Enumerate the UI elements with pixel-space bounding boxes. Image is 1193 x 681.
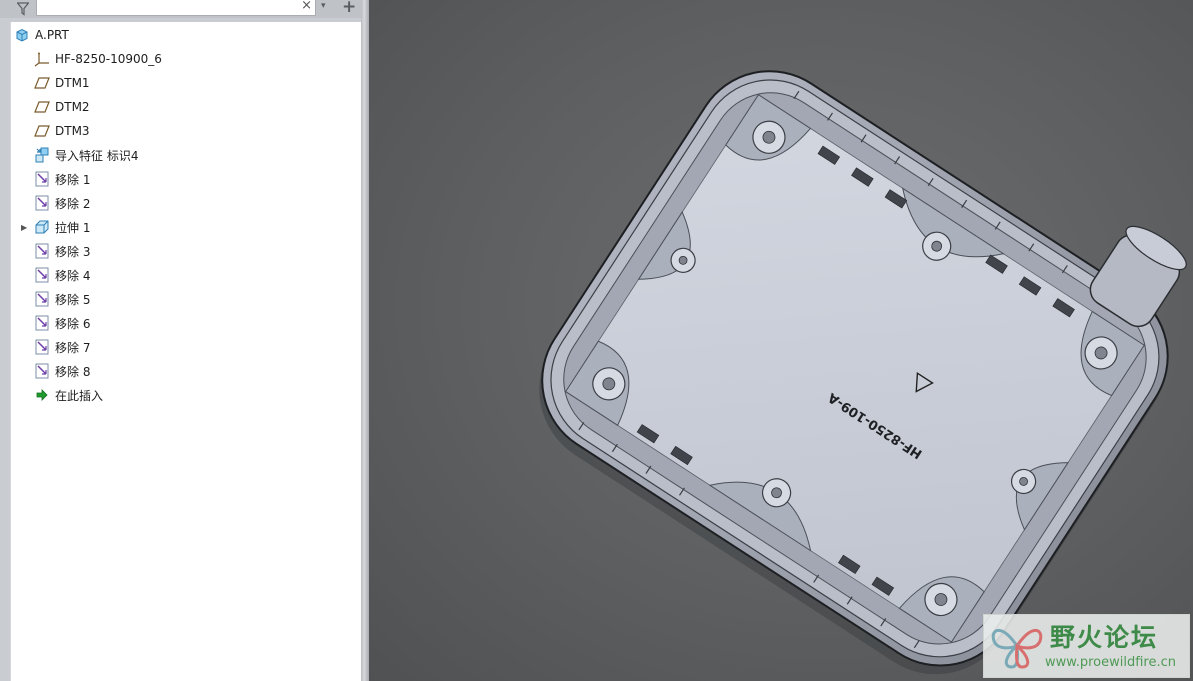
tree-item-remove-5[interactable]: 移除 5 [34, 287, 90, 311]
tree-item-label: 移除 8 [55, 364, 91, 379]
remove-feature-icon [34, 291, 50, 307]
remove-feature-icon [34, 267, 50, 283]
model-tree-panel: × ▾ + A.PRT HF-8250-10900_6 DTM1 DTM2 DT… [0, 0, 366, 681]
tree-item-label: DTM3 [55, 124, 90, 138]
butterfly-logo-icon [988, 619, 1046, 677]
part-model-rendering: HF-8250-109-A [539, 70, 1187, 675]
tree-item-label: 移除 7 [55, 340, 91, 355]
tree-item-label: HF-8250-10900_6 [55, 52, 162, 66]
extrude-icon [34, 219, 50, 235]
tree-item-extrude-1[interactable]: 拉伸 1 [34, 215, 90, 239]
tree-item-remove-4[interactable]: 移除 4 [34, 263, 90, 287]
remove-feature-icon [34, 195, 50, 211]
tree-item-label: 拉伸 1 [55, 220, 91, 235]
tree-item-remove-2[interactable]: 移除 2 [34, 191, 90, 215]
tree-item-import-feature[interactable]: 导入特征 标识4 [34, 143, 138, 167]
expand-arrow-icon[interactable]: ▶ [21, 223, 27, 232]
graphics-viewport[interactable]: HF-8250-109-A [369, 0, 1193, 681]
tree-search-input[interactable] [37, 4, 300, 19]
remove-feature-icon [34, 171, 50, 187]
part-icon [14, 27, 30, 43]
datum-plane-icon [34, 123, 50, 139]
watermark-title: 野火论坛 [1050, 623, 1159, 652]
tree-item-label: 移除 4 [55, 268, 91, 283]
remove-feature-icon [34, 339, 50, 355]
tree-item-remove-1[interactable]: 移除 1 [34, 167, 90, 191]
tree-item-remove-3[interactable]: 移除 3 [34, 239, 90, 263]
watermark-url: www.proewildfire.cn [1045, 655, 1176, 670]
tree-item-label: 移除 1 [55, 172, 91, 187]
coordinate-system-icon [34, 51, 50, 67]
clear-search-icon[interactable]: × [301, 0, 312, 14]
tree-item-remove-7[interactable]: 移除 7 [34, 335, 90, 359]
remove-feature-icon [34, 315, 50, 331]
add-icon[interactable]: + [342, 0, 356, 17]
tree-item-label: A.PRT [35, 28, 69, 42]
panel-resize-handle[interactable] [361, 0, 369, 681]
tree-item-label: DTM2 [55, 100, 90, 114]
tree-item-dtm3[interactable]: DTM3 [34, 119, 90, 143]
model-tree: A.PRT HF-8250-10900_6 DTM1 DTM2 DTM3 导入特… [10, 22, 361, 681]
remove-feature-icon [34, 363, 50, 379]
tree-item-label: 移除 6 [55, 316, 91, 331]
tree-item-insert-here[interactable]: 在此插入 [34, 383, 103, 407]
chevron-down-icon[interactable]: ▾ [321, 1, 326, 11]
remove-feature-icon [34, 243, 50, 259]
tree-item-remove-6[interactable]: 移除 6 [34, 311, 90, 335]
tree-item-label: 移除 3 [55, 244, 91, 259]
tree-item-csys[interactable]: HF-8250-10900_6 [34, 47, 162, 71]
tree-item-remove-8[interactable]: 移除 8 [34, 359, 90, 383]
filter-icon[interactable] [10, 0, 36, 18]
insert-here-icon [34, 387, 50, 403]
tree-item-label: DTM1 [55, 76, 90, 90]
tree-search-box: × [36, 0, 316, 19]
tree-item-dtm2[interactable]: DTM2 [34, 95, 90, 119]
import-feature-icon [34, 147, 50, 163]
model-tree-toolbar: × ▾ + [0, 0, 366, 19]
tree-item-part[interactable]: A.PRT [14, 23, 69, 47]
datum-plane-icon [34, 99, 50, 115]
forum-watermark: 野火论坛 www.proewildfire.cn [983, 614, 1190, 678]
tree-item-label: 移除 2 [55, 196, 91, 211]
tree-item-label: 在此插入 [55, 388, 104, 403]
datum-plane-icon [34, 75, 50, 91]
tree-item-label: 移除 5 [55, 292, 91, 307]
tree-item-dtm1[interactable]: DTM1 [34, 71, 90, 95]
tree-item-label: 导入特征 标识4 [55, 148, 139, 163]
